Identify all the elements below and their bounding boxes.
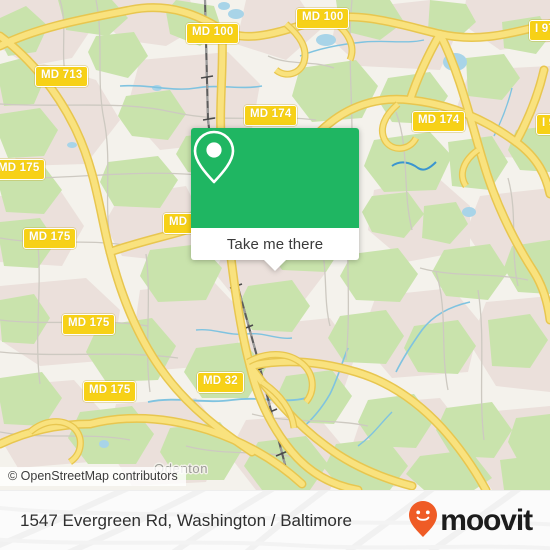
road-shield[interactable]: I 97 [529,20,550,41]
take-me-there-label: Take me there [226,235,324,253]
road-shield[interactable]: MD 713 [35,66,89,87]
road-shield[interactable]: MD 100 [186,23,240,44]
road-shield[interactable]: MD 175 [83,381,137,402]
road-shield[interactable]: MD 174 [412,111,466,132]
popup-header [191,128,359,228]
footer-bar: 1547 Evergreen Rd, Washington / Baltimor… [0,490,550,550]
popup-pointer-tail [264,260,286,271]
address-label: 1547 Evergreen Rd, Washington / Baltimor… [20,511,352,530]
road-shield[interactable]: I 9 [536,114,550,135]
road-shield[interactable]: MD 174 [244,105,298,126]
moovit-map-screenshot: MD 100 MD 100 MD 713 MD 174 MD 174 I 97 … [0,0,550,550]
moovit-wordmark: moovit [440,504,533,537]
road-shield[interactable]: MD 32 [197,372,244,393]
popup-footer[interactable]: Take me there [191,228,359,271]
moovit-pin-smiley-icon [408,500,438,543]
road-shield[interactable]: MD 100 [296,8,350,29]
road-shield[interactable]: MD 175 [62,314,116,335]
destination-popup-card[interactable]: Take me there [191,128,359,271]
map-canvas[interactable]: MD 100 MD 100 MD 713 MD 174 MD 174 I 97 … [0,0,550,490]
moovit-logo[interactable]: moovit [408,500,533,543]
road-shield[interactable]: MD 175 [23,228,77,249]
road-shield[interactable]: MD 175 [0,159,46,180]
osm-attribution[interactable]: © OpenStreetMap contributors [0,467,186,486]
